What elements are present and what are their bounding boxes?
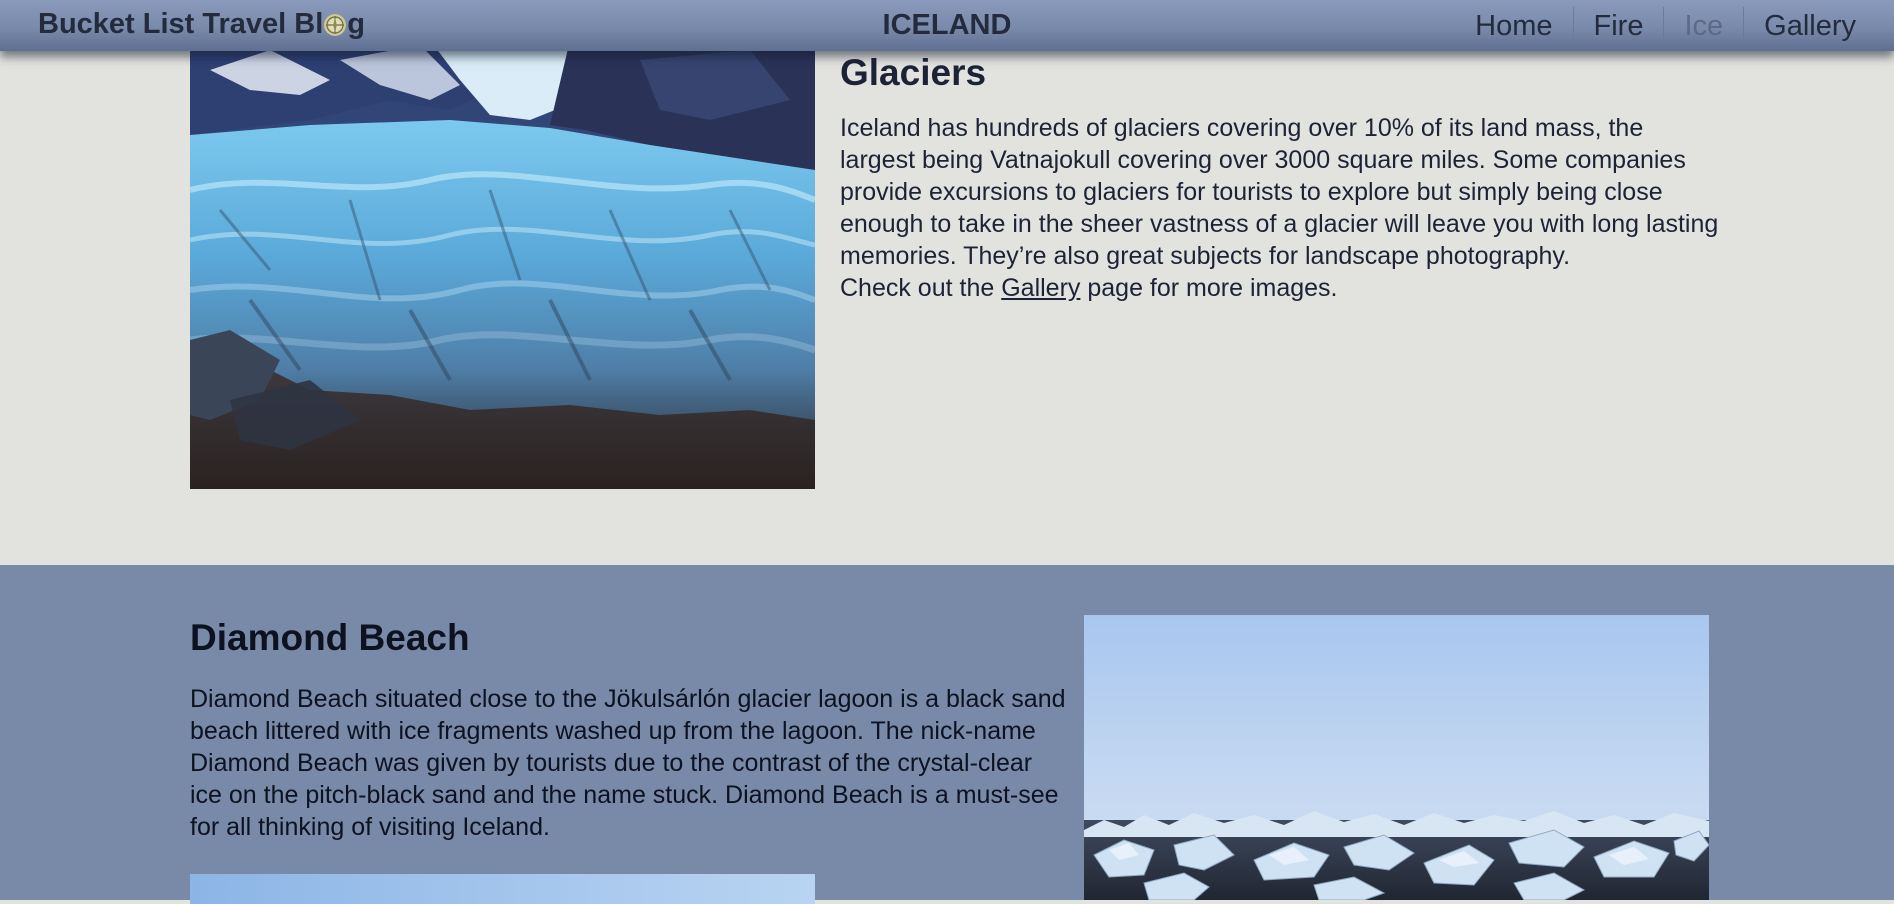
compass-icon: [324, 14, 347, 36]
glaciers-section: Glaciers Iceland has hundreds of glacier…: [0, 0, 1894, 565]
main-nav: Home Fire Ice Gallery: [1455, 6, 1876, 46]
gallery-callout-suffix: page for more images.: [1080, 274, 1338, 302]
nav-gallery[interactable]: Gallery: [1744, 7, 1876, 45]
glaciers-heading: Glaciers: [840, 52, 987, 93]
nav-home[interactable]: Home: [1455, 7, 1574, 45]
brand-text-prefix: Bucket List Travel Bl: [38, 8, 324, 40]
top-navigation-bar: Bucket List Travel Bl g ICELAND Home Fir…: [0, 0, 1894, 51]
glaciers-text-block: Glaciers Iceland has hundreds of glacier…: [840, 52, 1720, 304]
gallery-callout-prefix: Check out the: [840, 274, 1002, 302]
diamond-beach-description: Diamond Beach situated close to the Jöku…: [190, 685, 1066, 841]
diamond-beach-text-block: Diamond Beach Diamond Beach situated clo…: [190, 617, 1070, 843]
brand-text-suffix: g: [347, 8, 365, 40]
glacier-image: [190, 40, 815, 489]
gallery-callout: Check out the Gallery page for more imag…: [840, 272, 1720, 304]
nav-fire[interactable]: Fire: [1574, 7, 1665, 45]
glaciers-description: Iceland has hundreds of glaciers coverin…: [840, 114, 1719, 270]
site-brand[interactable]: Bucket List Travel Bl g: [38, 8, 365, 41]
diamond-beach-heading: Diamond Beach: [190, 617, 470, 658]
diamond-beach-image: [1084, 615, 1709, 900]
gallery-link[interactable]: Gallery: [1001, 274, 1080, 302]
diamond-beach-section: Diamond Beach Diamond Beach situated clo…: [0, 565, 1894, 904]
nav-ice[interactable]: Ice: [1664, 7, 1745, 45]
